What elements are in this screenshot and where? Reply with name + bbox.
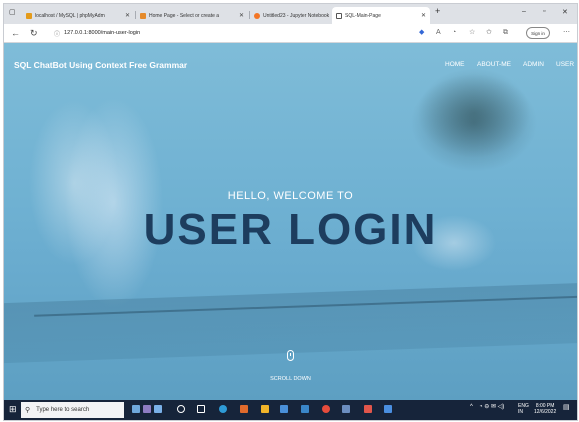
refresh-icon[interactable]: ↻ [30,27,38,39]
nav-user[interactable]: USER [556,61,574,68]
vscode-icon[interactable] [301,405,309,413]
close-icon[interactable]: ✕ [421,12,426,19]
edge-icon[interactable] [219,405,227,413]
taskbar: ⊞ ⚲ Type here to search ^ ◔ ⊖ ✉ ◁) ENG I… [4,400,577,420]
chrome-icon[interactable] [322,405,330,413]
close-window-icon[interactable]: ✕ [562,8,568,16]
url-text: 127.0.0.1:8000/main-user-login [64,30,141,36]
read-aloud-icon[interactable]: A [436,27,441,39]
taskbar-search-placeholder: Type here to search [36,407,90,413]
page-hero: SQL ChatBot Using Context Free Grammar H… [4,43,577,400]
page-title: USER LOGIN [143,205,438,254]
chat-icon[interactable] [143,405,151,413]
scroll-down-link[interactable]: SCROLL DOWN [4,376,577,382]
sign-in-button[interactable]: Sign in [526,27,550,39]
page-icon [140,12,146,19]
nav-home[interactable]: HOME [445,61,465,68]
app-icon[interactable] [364,405,372,413]
tab-strip: ▢ localhost / MySQL | phpMyAdm ✕ Home Pa… [4,4,577,24]
tab-label: Home Page - Select or create a [149,12,220,19]
address-bar: ← ↻ ⓘ 127.0.0.1:8000/main-user-login ◆ A… [4,24,577,43]
clock-date: 12/6/2022 [534,409,557,415]
maximize-icon[interactable]: ▫ [543,8,545,15]
nav-admin[interactable]: ADMIN [523,61,544,68]
site-brand[interactable]: SQL ChatBot Using Context Free Grammar [14,60,187,70]
background-person [4,73,154,303]
close-icon[interactable]: ✕ [125,12,130,19]
tray-icons[interactable]: ◔ ⊖ ✉ ◁) [479,404,504,410]
meet-icon[interactable] [154,405,162,413]
sign-in-label: Sign in [531,30,545,36]
language-indicator[interactable]: ENG IN [518,403,529,415]
phpmyadmin-icon [26,12,32,19]
tracking-icon[interactable]: ◔ [452,27,456,39]
office-icon[interactable] [240,405,248,413]
document-icon [336,12,342,19]
region-code: IN [518,409,523,415]
nav-about-me[interactable]: ABOUT-ME [477,61,511,68]
notifications-icon[interactable]: ▤ [563,404,570,411]
close-icon[interactable]: ✕ [239,12,244,19]
app-icon[interactable] [342,405,350,413]
back-icon[interactable]: ← [11,27,20,39]
welcome-text: HELLO, WELCOME TO [227,190,354,202]
windows-start-icon[interactable]: ⊞ [9,404,17,414]
jupyter-icon [254,12,260,19]
taskbar-search[interactable]: ⚲ Type here to search [21,402,124,418]
store-icon[interactable] [280,405,288,413]
tab-sql-main-page[interactable]: SQL-Main-Page ✕ [332,7,430,24]
browser-window: ▢ localhost / MySQL | phpMyAdm ✕ Home Pa… [3,3,578,421]
tab-phpmyadmin[interactable]: localhost / MySQL | phpMyAdm ✕ [22,7,134,24]
widgets-icon[interactable] [132,405,140,413]
clock[interactable]: 8:00 PM 12/6/2022 [534,403,556,415]
tab-home-page[interactable]: Home Page - Select or create a ✕ [136,7,248,24]
favorite-icon[interactable]: ☆ [469,27,475,39]
favorites-bar-icon[interactable]: ✩ [486,27,492,39]
new-tab-icon[interactable]: + [435,6,440,16]
tab-actions-icon[interactable]: ▢ [9,8,16,16]
more-icon[interactable]: ⋯ [563,27,570,39]
show-hidden-icons-icon[interactable]: ^ [470,404,473,410]
search-icon: ⚲ [25,407,31,414]
tab-label: localhost / MySQL | phpMyAdm [35,12,105,19]
cortana-icon[interactable] [177,405,185,413]
task-view-icon[interactable] [197,405,205,413]
minimize-icon[interactable]: – [522,8,526,15]
background-plant [399,53,549,173]
info-icon[interactable]: ⓘ [54,29,60,38]
file-explorer-icon[interactable] [261,405,269,413]
app-icon[interactable] [384,405,392,413]
extension-icon[interactable]: ◆ [419,27,424,39]
mouse-icon[interactable] [287,350,294,361]
tab-label: SQL-Main-Page [345,12,381,19]
collections-icon[interactable]: ⧉ [503,27,508,39]
url-field[interactable]: ⓘ 127.0.0.1:8000/main-user-login [54,27,409,39]
